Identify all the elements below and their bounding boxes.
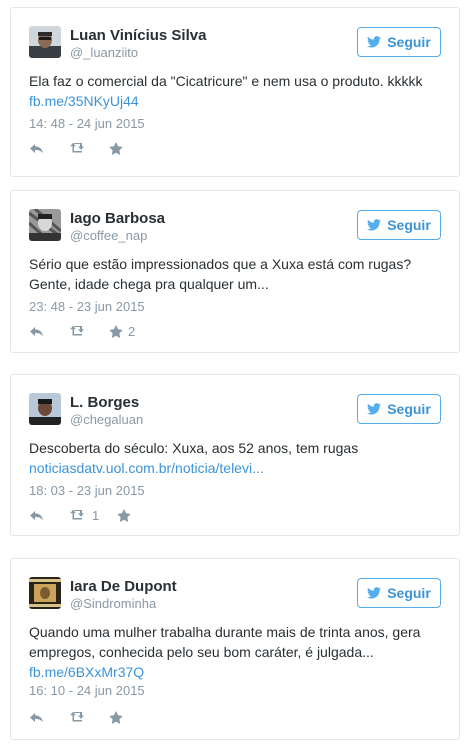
reply-icon	[30, 143, 43, 153]
retweet-icon	[70, 143, 84, 153]
author-handle[interactable]: @coffee_nap	[70, 228, 147, 244]
reply-button[interactable]	[29, 143, 69, 154]
tweet-text: Ela faz o comercial da "Cicatricure" e n…	[29, 73, 423, 89]
retweet-button[interactable]: 1	[69, 508, 117, 523]
star-icon	[109, 710, 123, 724]
tweet-actions: 1	[29, 507, 136, 523]
follow-label: Seguir	[387, 401, 431, 417]
tweet-card: Iara De Dupont @Sindrominha Seguir Quand…	[10, 558, 460, 740]
follow-label: Seguir	[387, 217, 431, 233]
follow-button[interactable]: Seguir	[357, 394, 441, 424]
retweet-button[interactable]	[69, 325, 109, 337]
twitter-bird-icon	[367, 36, 382, 48]
follow-label: Seguir	[387, 34, 431, 50]
author-name[interactable]: Iara De Dupont	[70, 578, 177, 596]
like-button[interactable]	[109, 141, 128, 155]
tweet-text-block: Sério que estão impressionados que a Xux…	[29, 254, 441, 294]
twitter-bird-icon	[367, 219, 382, 231]
tweet-card: Iago Barbosa @coffee_nap Seguir Sério qu…	[10, 190, 460, 353]
avatar[interactable]	[29, 26, 61, 58]
follow-button[interactable]: Seguir	[357, 578, 441, 608]
tweet-timestamp[interactable]: 14: 48 - 24 jun 2015	[29, 116, 145, 132]
author-name[interactable]: Iago Barbosa	[70, 210, 165, 228]
retweet-icon	[70, 510, 84, 520]
star-icon	[117, 508, 131, 522]
author-name[interactable]: Luan Vinícius Silva	[70, 27, 206, 45]
reply-icon	[30, 510, 43, 520]
tweet-actions	[29, 140, 128, 156]
tweet-text: Quando uma mulher trabalha durante mais …	[29, 624, 421, 660]
star-icon	[109, 141, 123, 155]
author-handle[interactable]: @Sindrominha	[70, 596, 156, 612]
retweet-button[interactable]	[69, 142, 109, 154]
like-button[interactable]: 2	[109, 324, 135, 339]
tweet-timestamp[interactable]: 18: 03 - 23 jun 2015	[29, 483, 145, 499]
author-name[interactable]: L. Borges	[70, 394, 139, 412]
retweet-icon	[70, 712, 84, 722]
follow-label: Seguir	[387, 585, 431, 601]
tweet-actions	[29, 709, 128, 725]
reply-icon	[30, 712, 43, 722]
avatar[interactable]	[29, 393, 61, 425]
tweet-link[interactable]: noticiasdatv.uol.com.br/noticia/televi..…	[29, 458, 441, 478]
twitter-bird-icon	[367, 587, 382, 599]
tweet-card: Luan Vinícius Silva @_luanziito Seguir E…	[10, 7, 460, 177]
tweet-text-block: Descoberta do século: Xuxa, aos 52 anos,…	[29, 438, 441, 478]
follow-button[interactable]: Seguir	[357, 27, 441, 57]
reply-button[interactable]	[29, 510, 69, 521]
tweet-timestamp[interactable]: 23: 48 - 23 jun 2015	[29, 299, 145, 315]
retweet-icon	[70, 326, 84, 336]
like-button[interactable]	[117, 508, 136, 522]
tweet-actions: 2	[29, 323, 135, 339]
tweet-link[interactable]: fb.me/6BXxMr37Q	[29, 662, 441, 682]
star-icon	[109, 324, 123, 338]
reply-button[interactable]	[29, 712, 69, 723]
tweet-text-block: Ela faz o comercial da "Cicatricure" e n…	[29, 71, 441, 111]
retweet-count: 1	[92, 507, 100, 523]
retweet-button[interactable]	[69, 711, 109, 723]
tweet-card: L. Borges @chegaluan Seguir Descoberta d…	[10, 374, 460, 536]
tweet-link[interactable]: fb.me/35NKyUj44	[29, 91, 441, 111]
like-count: 2	[128, 323, 136, 339]
tweet-text-block: Quando uma mulher trabalha durante mais …	[29, 622, 441, 682]
author-handle[interactable]: @_luanziito	[70, 45, 138, 61]
author-handle[interactable]: @chegaluan	[70, 412, 143, 428]
tweet-text: Sério que estão impressionados que a Xux…	[29, 256, 412, 292]
reply-button[interactable]	[29, 326, 69, 337]
follow-button[interactable]: Seguir	[357, 210, 441, 240]
avatar[interactable]	[29, 209, 61, 241]
tweet-timestamp[interactable]: 16: 10 - 24 jun 2015	[29, 683, 145, 699]
tweet-text: Descoberta do século: Xuxa, aos 52 anos,…	[29, 440, 359, 456]
like-button[interactable]	[109, 710, 128, 724]
avatar[interactable]	[29, 577, 61, 609]
reply-icon	[30, 326, 43, 336]
twitter-bird-icon	[367, 403, 382, 415]
